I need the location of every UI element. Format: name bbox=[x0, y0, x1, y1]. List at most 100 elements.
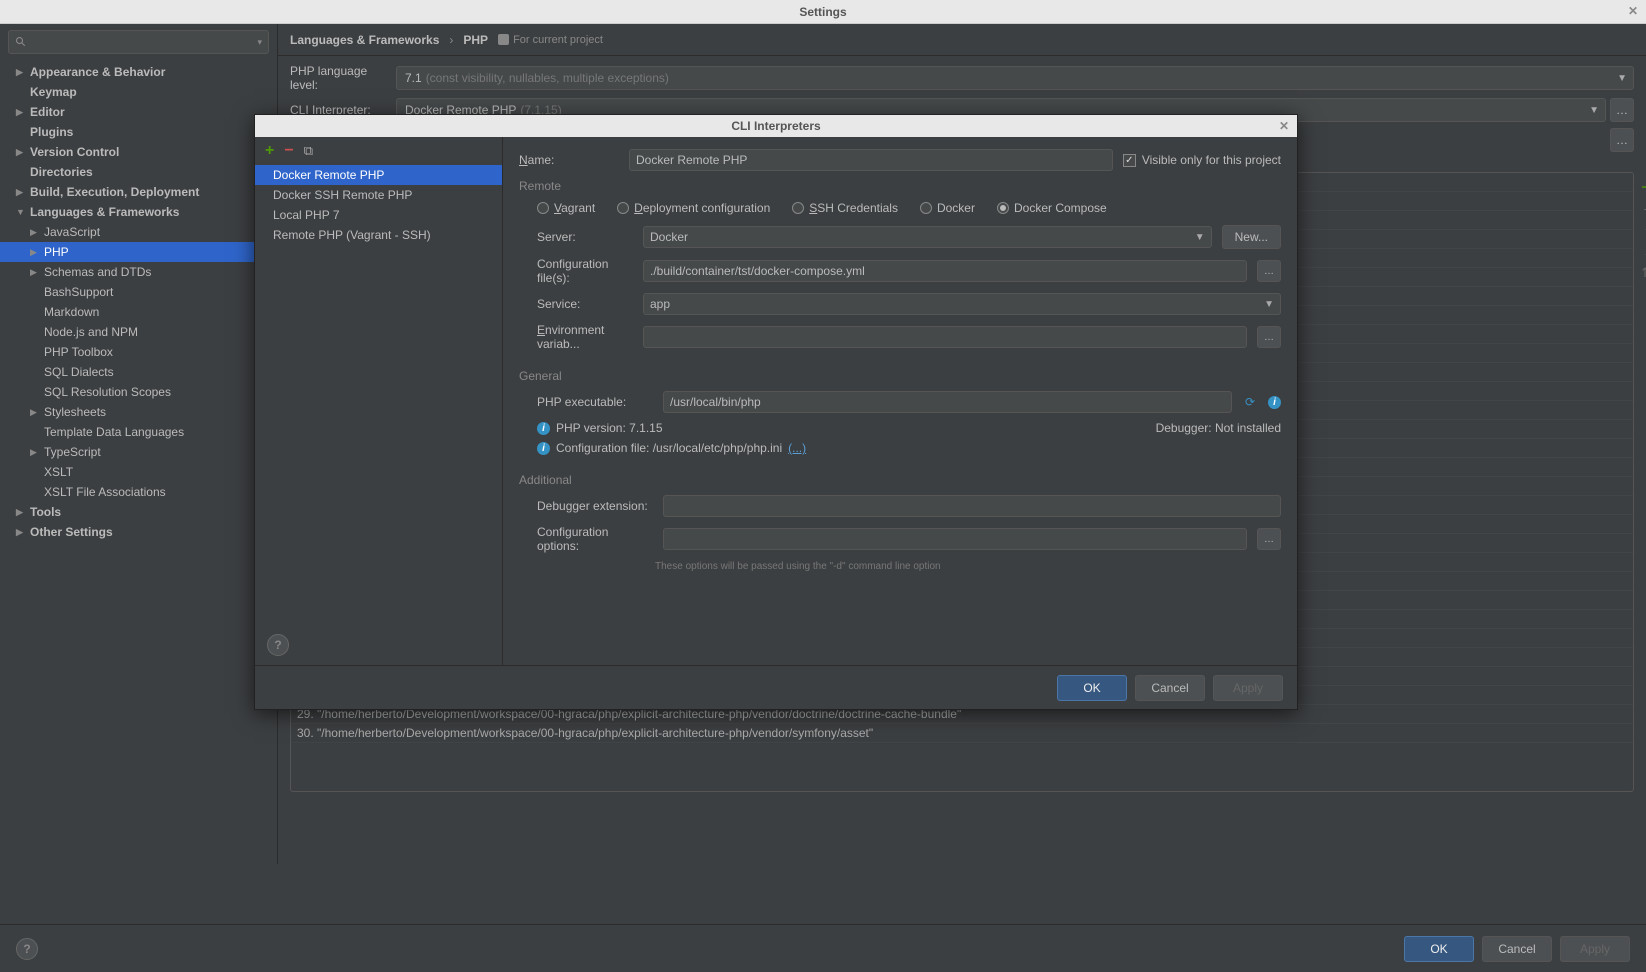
cfg-opts-label: Configuration options: bbox=[537, 525, 653, 553]
sidebar-item[interactable]: ▶ Stylesheets bbox=[0, 402, 277, 422]
sidebar-item[interactable]: PHP Toolbox bbox=[0, 342, 277, 362]
add-icon[interactable]: + bbox=[265, 142, 274, 160]
info-icon[interactable]: i bbox=[1268, 396, 1281, 409]
cancel-button[interactable]: Cancel bbox=[1135, 675, 1205, 701]
apply-button[interactable]: Apply bbox=[1560, 936, 1630, 962]
radio-ssh[interactable]: SSH Credentials bbox=[792, 201, 898, 215]
sidebar-item[interactable]: Template Data Languages bbox=[0, 422, 277, 442]
cfg-opts-hint: These options will be passed using the "… bbox=[519, 561, 1281, 572]
window-title: Settings bbox=[799, 5, 846, 19]
radio-vagrant[interactable]: Vagrant bbox=[537, 201, 595, 215]
sidebar-item[interactable]: ▶PHP bbox=[0, 242, 277, 262]
ok-button[interactable]: OK bbox=[1404, 936, 1474, 962]
radio-docker[interactable]: Docker bbox=[920, 201, 975, 215]
sidebar-item[interactable]: ▶Schemas and DTDs bbox=[0, 262, 277, 282]
help-button[interactable]: ? bbox=[16, 938, 38, 960]
copy-icon[interactable]: ⧉ bbox=[304, 143, 313, 159]
interpreter-list-item[interactable]: Local PHP 7 bbox=[255, 205, 502, 225]
sidebar-item-label: Version Control bbox=[30, 145, 119, 159]
dialog-footer: ? OK Cancel Apply bbox=[0, 924, 1646, 972]
help-button[interactable]: ? bbox=[267, 634, 289, 656]
dialog-title: CLI Interpreters bbox=[731, 119, 820, 133]
sidebar-item[interactable]: SQL Dialects bbox=[0, 362, 277, 382]
server-select[interactable]: Docker ▼ bbox=[643, 226, 1212, 248]
browse-button[interactable]: … bbox=[1610, 98, 1634, 122]
sidebar-item[interactable]: ▶Tools bbox=[0, 502, 277, 522]
sidebar-item-label: SQL Dialects bbox=[44, 365, 114, 379]
sidebar-item[interactable]: SQL Resolution Scopes bbox=[0, 382, 277, 402]
sidebar-item[interactable]: Markdown bbox=[0, 302, 277, 322]
sidebar-item[interactable]: XSLT bbox=[0, 462, 277, 482]
sidebar-item[interactable]: ▼Languages & Frameworks bbox=[0, 202, 277, 222]
sidebar-item[interactable]: ▶Other Settings bbox=[0, 522, 277, 542]
dialog-title-bar: CLI Interpreters ✕ bbox=[255, 115, 1297, 137]
config-files-input[interactable]: ./build/container/tst/docker-compose.yml bbox=[643, 260, 1247, 282]
radio-deployment[interactable]: Deployment configuration bbox=[617, 201, 770, 215]
sidebar-item[interactable]: ▶Version Control bbox=[0, 142, 277, 162]
cancel-button[interactable]: Cancel bbox=[1482, 936, 1552, 962]
sidebar-item-label: Other Settings bbox=[30, 525, 113, 539]
sidebar-item[interactable]: ▶Editor bbox=[0, 102, 277, 122]
sidebar-item[interactable]: ▶Appearance & Behavior bbox=[0, 62, 277, 82]
browse-button[interactable]: … bbox=[1257, 326, 1281, 348]
sidebar-item-label: Stylesheets bbox=[44, 405, 106, 419]
browse-button[interactable]: … bbox=[1257, 260, 1281, 282]
sidebar-item[interactable]: Directories bbox=[0, 162, 277, 182]
close-icon[interactable]: ✕ bbox=[1279, 119, 1289, 133]
php-language-level-select[interactable]: 7.1 (const visibility, nullables, multip… bbox=[396, 66, 1634, 90]
config-file-link[interactable]: (...) bbox=[788, 441, 806, 455]
sidebar-item[interactable]: BashSupport bbox=[0, 282, 277, 302]
sidebar-item[interactable]: ▶Build, Execution, Deployment bbox=[0, 182, 277, 202]
checkbox-icon: ✓ bbox=[1123, 154, 1136, 167]
dbg-ext-input[interactable] bbox=[663, 495, 1281, 517]
server-label: Server: bbox=[537, 230, 633, 244]
apply-button[interactable]: Apply bbox=[1213, 675, 1283, 701]
sidebar-item-label: Appearance & Behavior bbox=[30, 65, 165, 79]
sidebar-item-label: BashSupport bbox=[44, 285, 113, 299]
php-executable-input[interactable]: /usr/local/bin/php bbox=[663, 391, 1232, 413]
sidebar-item-label: Markdown bbox=[44, 305, 99, 319]
expand-icon: ▶ bbox=[16, 507, 26, 518]
env-vars-input[interactable] bbox=[643, 326, 1247, 348]
browse-button[interactable]: … bbox=[1610, 128, 1634, 152]
expand-icon: ▶ bbox=[30, 407, 40, 418]
breadcrumb-root[interactable]: Languages & Frameworks bbox=[290, 33, 439, 47]
config-file-text: Configuration file: /usr/local/etc/php/p… bbox=[556, 441, 782, 455]
expand-icon: ▶ bbox=[30, 227, 40, 238]
additional-section-header: Additional bbox=[519, 473, 1281, 487]
remove-icon[interactable]: − bbox=[284, 142, 293, 160]
sidebar-item[interactable]: ▶TypeScript bbox=[0, 442, 277, 462]
sidebar-item[interactable]: Plugins bbox=[0, 122, 277, 142]
cfg-opts-input[interactable] bbox=[663, 528, 1247, 550]
search-input[interactable]: ▾ bbox=[8, 30, 269, 54]
ok-button[interactable]: OK bbox=[1057, 675, 1127, 701]
breadcrumb-leaf[interactable]: PHP bbox=[463, 33, 488, 47]
service-select[interactable]: app ▼ bbox=[643, 293, 1281, 315]
breadcrumb: Languages & Frameworks › PHP For current… bbox=[278, 24, 1646, 56]
interpreter-list-item[interactable]: Docker Remote PHP bbox=[255, 165, 502, 185]
interpreter-list-item[interactable]: Remote PHP (Vagrant - SSH) bbox=[255, 225, 502, 245]
name-input[interactable]: Docker Remote PHP bbox=[629, 149, 1113, 171]
sidebar-item[interactable]: Node.js and NPM bbox=[0, 322, 277, 342]
path-row[interactable]: 30. "/home/herberto/Development/workspac… bbox=[291, 724, 1633, 743]
info-icon: i bbox=[537, 442, 550, 455]
sidebar-item[interactable]: XSLT File Associations bbox=[0, 482, 277, 502]
browse-button[interactable]: … bbox=[1257, 528, 1281, 550]
sidebar-item-label: Node.js and NPM bbox=[44, 325, 138, 339]
sidebar-item-label: XSLT bbox=[44, 465, 73, 479]
sidebar-item-label: Keymap bbox=[30, 85, 77, 99]
add-icon[interactable]: ＋ bbox=[1640, 177, 1646, 196]
settings-sidebar: ▾ ▶Appearance & BehaviorKeymap▶EditorPlu… bbox=[0, 24, 278, 864]
visible-only-checkbox[interactable]: ✓ Visible only for this project bbox=[1123, 153, 1281, 167]
radio-docker-compose[interactable]: Docker Compose bbox=[997, 201, 1107, 215]
dialog-footer: OK Cancel Apply bbox=[255, 665, 1297, 709]
interpreter-list-item[interactable]: Docker SSH Remote PHP bbox=[255, 185, 502, 205]
close-icon[interactable]: ✕ bbox=[1628, 4, 1638, 18]
sidebar-item[interactable]: ▶JavaScript bbox=[0, 222, 277, 242]
php-executable-label: PHP executable: bbox=[537, 395, 653, 409]
debugger-label: Debugger: bbox=[1156, 421, 1212, 435]
sort-icon[interactable]: ⇅ bbox=[1642, 265, 1646, 281]
new-server-button[interactable]: New... bbox=[1222, 225, 1281, 249]
sidebar-item[interactable]: Keymap bbox=[0, 82, 277, 102]
reload-icon[interactable]: ⟳ bbox=[1242, 394, 1258, 410]
